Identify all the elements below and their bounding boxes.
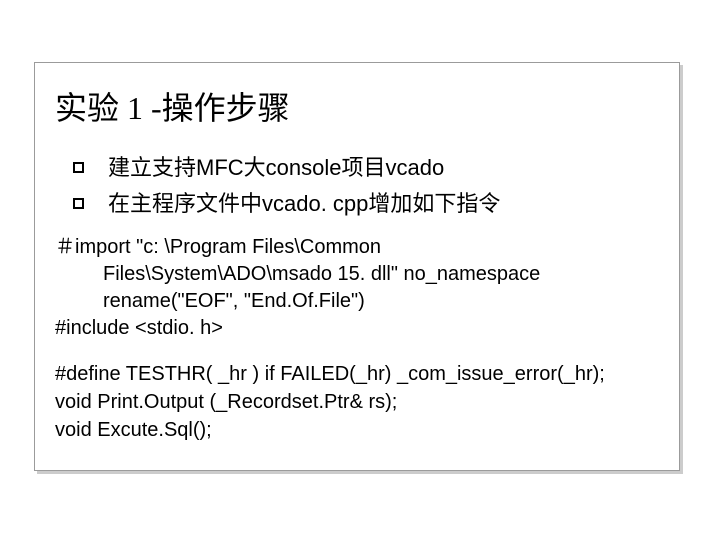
code-block-import: ＃import "c: \Program Files\Common Files\… [55,234,659,342]
slide: 实验 1 -操作步骤 建立支持MFC大console项目vcado 在主程序文件… [0,0,720,540]
bullet-text: 在主程序文件中vcado. cpp增加如下指令 [108,189,500,219]
bullet-text: 建立支持MFC大console项目vcado [108,153,444,183]
list-item: 建立支持MFC大console项目vcado [73,153,659,183]
code-line: Files\System\ADO\msado 15. dll" no_names… [55,261,659,288]
square-bullet-icon [73,198,84,209]
code-line: #include <stdio. h> [55,317,223,339]
code-line: void Excute.Sql(); [55,416,659,444]
square-bullet-icon [73,162,84,173]
code-line: #define TESTHR( _hr ) if FAILED(_hr) _co… [55,360,659,388]
content-box: 实验 1 -操作步骤 建立支持MFC大console项目vcado 在主程序文件… [34,62,680,471]
list-item: 在主程序文件中vcado. cpp增加如下指令 [73,189,659,219]
code-line: ＃import "c: \Program Files\Common [55,236,381,258]
slide-title: 实验 1 -操作步骤 [55,83,659,129]
code-line: rename("EOF", "End.Of.File") [55,288,659,315]
code-block-decls: #define TESTHR( _hr ) if FAILED(_hr) _co… [55,360,659,444]
code-line: void Print.Output (_Recordset.Ptr& rs); [55,388,659,416]
bullet-list: 建立支持MFC大console项目vcado 在主程序文件中vcado. cpp… [55,153,659,218]
